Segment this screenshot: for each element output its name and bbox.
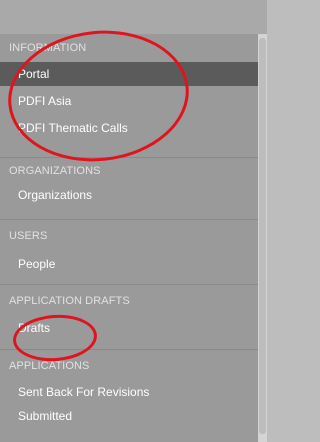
section-divider <box>0 219 258 220</box>
sidebar-nav: INFORMATION Portal PDFI Asia PDFI Themat… <box>0 34 258 442</box>
section-header-users: USERS <box>9 230 48 242</box>
section-header-organizations: ORGANIZATIONS <box>9 165 101 177</box>
sidebar-item-label: Drafts <box>18 321 51 335</box>
sidebar-item-pdfi-thematic-calls[interactable]: PDFI Thematic Calls <box>0 116 258 140</box>
sidebar-item-label: Organizations <box>18 188 93 202</box>
sidebar-item-portal[interactable]: Portal <box>0 62 258 86</box>
section-divider <box>0 157 258 158</box>
sidebar-item-label: Sent Back For Revisions <box>18 385 150 399</box>
section-header-information: INFORMATION <box>9 42 87 54</box>
sidebar-item-label: Submitted <box>18 409 73 423</box>
sidebar-item-people[interactable]: People <box>0 252 258 276</box>
sidebar-item-label: PDFI Asia <box>18 94 72 108</box>
top-bar <box>0 0 267 34</box>
sidebar-item-drafts[interactable]: Drafts <box>0 316 258 340</box>
sidebar-item-label: PDFI Thematic Calls <box>18 121 128 135</box>
sidebar-item-label: Portal <box>18 67 50 81</box>
sidebar-item-sent-back-for-revisions[interactable]: Sent Back For Revisions <box>0 380 258 404</box>
sidebar-item-label: People <box>18 257 56 271</box>
section-divider <box>0 349 258 350</box>
scrollbar[interactable] <box>258 34 267 442</box>
sidebar-item-organizations[interactable]: Organizations <box>0 183 258 207</box>
section-header-application-drafts: APPLICATION DRAFTS <box>9 295 130 307</box>
sidebar-item-pdfi-asia[interactable]: PDFI Asia <box>0 89 258 113</box>
section-divider <box>0 284 258 285</box>
sidebar-item-submitted[interactable]: Submitted <box>0 404 258 428</box>
scrollbar-thumb[interactable] <box>259 38 266 434</box>
section-header-applications: APPLICATIONS <box>9 360 90 372</box>
